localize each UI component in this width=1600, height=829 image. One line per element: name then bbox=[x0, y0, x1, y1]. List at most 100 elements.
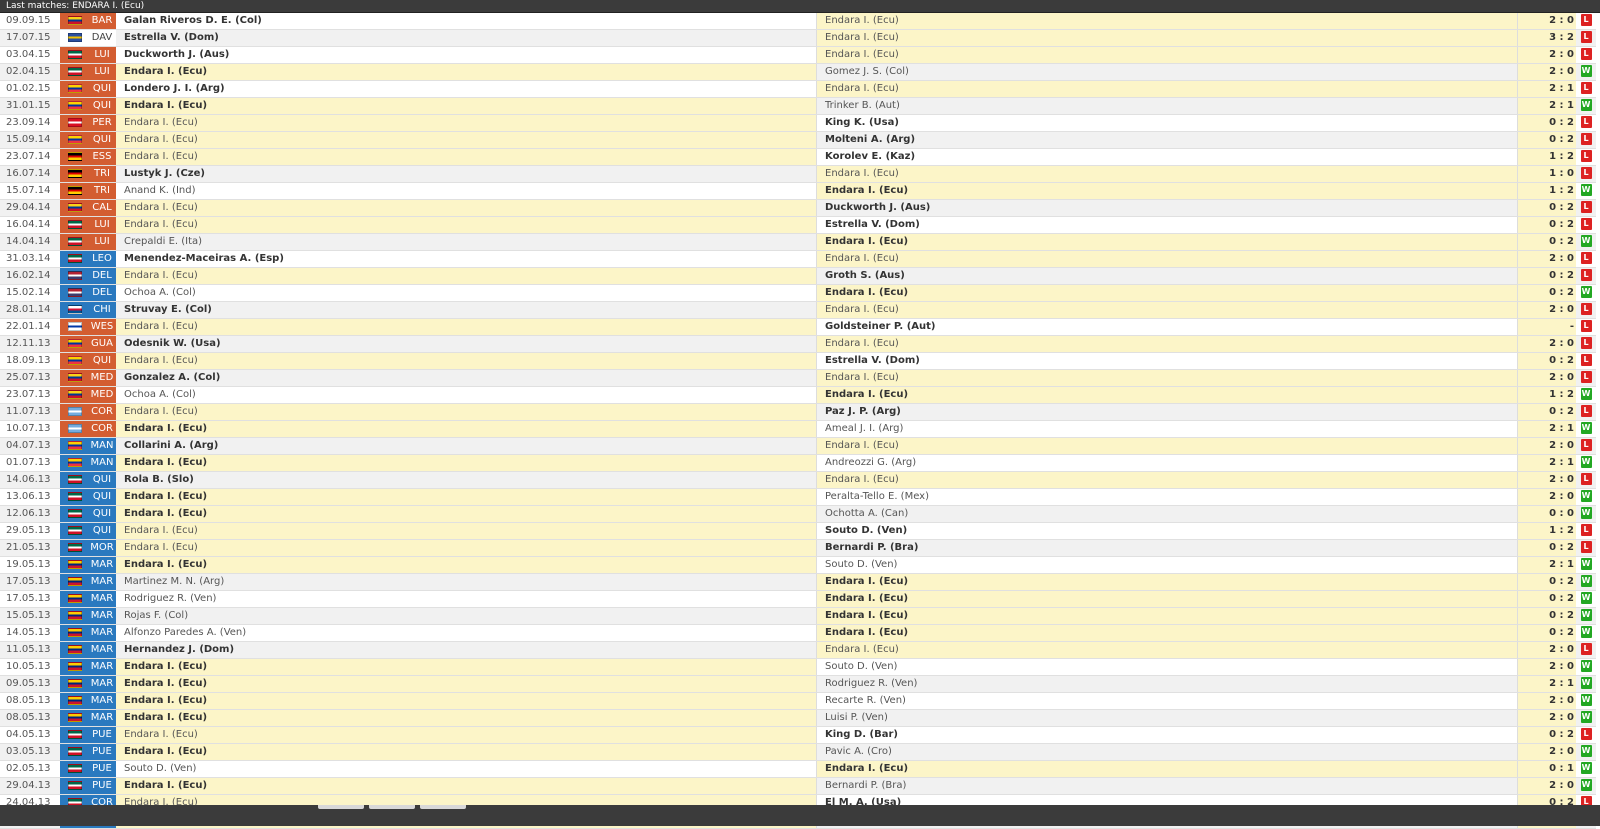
match-row[interactable]: 29.05.13 QUI Endara I. (Ecu) Souto D. (Ven)… bbox=[0, 522, 1596, 540]
match-score[interactable]: 2 : 0 bbox=[1517, 63, 1576, 81]
away-player[interactable]: Endara I. (Ecu) bbox=[816, 607, 1518, 625]
match-score[interactable]: 0 : 2 bbox=[1517, 267, 1576, 285]
home-player[interactable]: Endara I. (Ecu) bbox=[116, 692, 817, 710]
home-player[interactable]: Rojas F. (Col) bbox=[116, 607, 817, 625]
home-player[interactable]: Endara I. (Ecu) bbox=[116, 454, 817, 472]
match-row[interactable]: 13.06.13 QUI Endara I. (Ecu) Peralta-Tello … bbox=[0, 488, 1596, 506]
match-score[interactable]: 1 : 2 bbox=[1517, 522, 1576, 540]
match-score[interactable]: 0 : 2 bbox=[1517, 590, 1576, 608]
tournament-cell[interactable]: TRI bbox=[60, 182, 116, 200]
tournament-cell[interactable]: DEL bbox=[60, 267, 116, 285]
home-player[interactable]: Endara I. (Ecu) bbox=[116, 63, 817, 81]
home-player[interactable]: Menendez-Maceiras A. (Esp) bbox=[116, 250, 817, 268]
match-score[interactable]: 2 : 1 bbox=[1517, 675, 1576, 693]
away-player[interactable]: Peralta-Tello E. (Mex) bbox=[816, 488, 1518, 506]
away-player[interactable]: Endara I. (Ecu) bbox=[816, 641, 1518, 659]
tournament-cell[interactable]: QUI bbox=[60, 352, 116, 370]
home-player[interactable]: Endara I. (Ecu) bbox=[116, 97, 817, 115]
away-player[interactable]: Groth S. (Aus) bbox=[816, 267, 1518, 285]
away-player[interactable]: Goldsteiner P. (Aut) bbox=[816, 318, 1518, 336]
match-row[interactable]: 14.05.13 MAR Alfonzo Paredes A. (Ven) Endar… bbox=[0, 624, 1596, 642]
match-row[interactable]: 15.05.13 MAR Rojas F. (Col) Endara I. (Ecu)… bbox=[0, 607, 1596, 625]
tournament-cell[interactable]: QUI bbox=[60, 131, 116, 149]
match-score[interactable]: 0 : 2 bbox=[1517, 114, 1576, 132]
away-player[interactable]: Recarte R. (Ven) bbox=[816, 692, 1518, 710]
tournament-cell[interactable]: QUI bbox=[60, 471, 116, 489]
tournament-cell[interactable]: MOR bbox=[60, 539, 116, 557]
match-score[interactable]: 0 : 2 bbox=[1517, 539, 1576, 557]
tournament-cell[interactable]: DAV bbox=[60, 29, 116, 47]
home-player[interactable]: Collarini A. (Arg) bbox=[116, 437, 817, 455]
home-player[interactable]: Endara I. (Ecu) bbox=[116, 148, 817, 166]
home-player[interactable]: Duckworth J. (Aus) bbox=[116, 46, 817, 64]
match-score[interactable]: 2 : 0 bbox=[1517, 437, 1576, 455]
away-player[interactable]: Korolev E. (Kaz) bbox=[816, 148, 1518, 166]
away-player[interactable]: Endara I. (Ecu) bbox=[816, 233, 1518, 251]
home-player[interactable]: Endara I. (Ecu) bbox=[116, 403, 817, 421]
home-player[interactable]: Alfonzo Paredes A. (Ven) bbox=[116, 624, 817, 642]
match-row[interactable]: 29.04.14 CAL Endara I. (Ecu) Duckworth J. (… bbox=[0, 199, 1596, 217]
match-row[interactable]: 29.04.13 PUE Endara I. (Ecu) Bernardi P. (B… bbox=[0, 777, 1596, 795]
match-row[interactable]: 31.03.14 LEO Menendez-Maceiras A. (Esp) End… bbox=[0, 250, 1596, 268]
tournament-cell[interactable]: PUE bbox=[60, 777, 116, 795]
match-score[interactable]: 0 : 2 bbox=[1517, 726, 1576, 744]
tournament-cell[interactable]: ESS bbox=[60, 148, 116, 166]
match-row[interactable]: 15.09.14 QUI Endara I. (Ecu) Molteni A. (Ar… bbox=[0, 131, 1596, 149]
tournament-cell[interactable]: MAR bbox=[60, 556, 116, 574]
away-player[interactable]: King D. (Bar) bbox=[816, 726, 1518, 744]
tournament-cell[interactable]: MAR bbox=[60, 709, 116, 727]
tournament-cell[interactable]: LUI bbox=[60, 46, 116, 64]
home-player[interactable]: Endara I. (Ecu) bbox=[116, 199, 817, 217]
match-score[interactable]: 2 : 1 bbox=[1517, 420, 1576, 438]
home-player[interactable]: Endara I. (Ecu) bbox=[116, 267, 817, 285]
home-player[interactable]: Endara I. (Ecu) bbox=[116, 522, 817, 540]
match-score[interactable]: 2 : 0 bbox=[1517, 335, 1576, 353]
tournament-cell[interactable]: MAR bbox=[60, 624, 116, 642]
match-row[interactable]: 09.09.15 BAR Galan Riveros D. E. (Col) Enda… bbox=[0, 13, 1596, 30]
home-player[interactable]: Rodriguez R. (Ven) bbox=[116, 590, 817, 608]
match-score[interactable]: 2 : 0 bbox=[1517, 641, 1576, 659]
home-player[interactable]: Souto D. (Ven) bbox=[116, 760, 817, 778]
match-row[interactable]: 23.07.14 ESS Endara I. (Ecu) Korolev E. (Ka… bbox=[0, 148, 1596, 166]
away-player[interactable]: Endara I. (Ecu) bbox=[816, 80, 1518, 98]
home-player[interactable]: Endara I. (Ecu) bbox=[116, 726, 817, 744]
tournament-cell[interactable]: COR bbox=[60, 420, 116, 438]
home-player[interactable]: Galan Riveros D. E. (Col) bbox=[116, 13, 817, 30]
match-score[interactable]: 2 : 0 bbox=[1517, 46, 1576, 64]
match-row[interactable]: 14.06.13 QUI Rola B. (Slo) Endara I. (Ecu) 2… bbox=[0, 471, 1596, 489]
match-row[interactable]: 01.02.15 QUI Londero J. I. (Arg) Endara I. … bbox=[0, 80, 1596, 98]
match-score[interactable]: 2 : 0 bbox=[1517, 709, 1576, 727]
away-player[interactable]: Souto D. (Ven) bbox=[816, 522, 1518, 540]
match-score[interactable]: 2 : 0 bbox=[1517, 743, 1576, 761]
match-row[interactable]: 12.06.13 QUI Endara I. (Ecu) Ochotta A. (Ca… bbox=[0, 505, 1596, 523]
home-player[interactable]: Estrella V. (Dom) bbox=[116, 29, 817, 47]
away-player[interactable]: Duckworth J. (Aus) bbox=[816, 199, 1518, 217]
match-row[interactable]: 16.02.14 DEL Endara I. (Ecu) Groth S. (Aus)… bbox=[0, 267, 1596, 285]
tournament-cell[interactable]: MED bbox=[60, 386, 116, 404]
away-player[interactable]: Endara I. (Ecu) bbox=[816, 165, 1518, 183]
home-player[interactable]: Anand K. (Ind) bbox=[116, 182, 817, 200]
home-player[interactable]: Endara I. (Ecu) bbox=[116, 743, 817, 761]
match-row[interactable]: 19.05.13 MAR Endara I. (Ecu) Souto D. (Ven)… bbox=[0, 556, 1596, 574]
match-row[interactable]: 23.07.13 MED Ochoa A. (Col) Endara I. (Ecu)… bbox=[0, 386, 1596, 404]
match-score[interactable]: 2 : 0 bbox=[1517, 369, 1576, 387]
match-score[interactable]: 0 : 2 bbox=[1517, 607, 1576, 625]
home-player[interactable]: Hernandez J. (Dom) bbox=[116, 641, 817, 659]
match-score[interactable]: 2 : 0 bbox=[1517, 471, 1576, 489]
match-row[interactable]: 02.05.13 PUE Souto D. (Ven) Endara I. (Ecu)… bbox=[0, 760, 1596, 778]
tournament-cell[interactable]: MAN bbox=[60, 437, 116, 455]
away-player[interactable]: Paz J. P. (Arg) bbox=[816, 403, 1518, 421]
home-player[interactable]: Endara I. (Ecu) bbox=[116, 131, 817, 149]
match-row[interactable]: 21.05.13 MOR Endara I. (Ecu) Bernardi P. (B… bbox=[0, 539, 1596, 557]
away-player[interactable]: Endara I. (Ecu) bbox=[816, 13, 1518, 30]
away-player[interactable]: Souto D. (Ven) bbox=[816, 556, 1518, 574]
match-row[interactable]: 09.05.13 MAR Endara I. (Ecu) Rodriguez R. (… bbox=[0, 675, 1596, 693]
match-score[interactable]: 1 : 2 bbox=[1517, 386, 1576, 404]
home-player[interactable]: Ochoa A. (Col) bbox=[116, 386, 817, 404]
home-player[interactable]: Ochoa A. (Col) bbox=[116, 284, 817, 302]
match-score[interactable]: 0 : 2 bbox=[1517, 131, 1576, 149]
away-player[interactable]: Souto D. (Ven) bbox=[816, 658, 1518, 676]
match-score[interactable]: 0 : 2 bbox=[1517, 352, 1576, 370]
home-player[interactable]: Endara I. (Ecu) bbox=[116, 488, 817, 506]
home-player[interactable]: Endara I. (Ecu) bbox=[116, 216, 817, 234]
